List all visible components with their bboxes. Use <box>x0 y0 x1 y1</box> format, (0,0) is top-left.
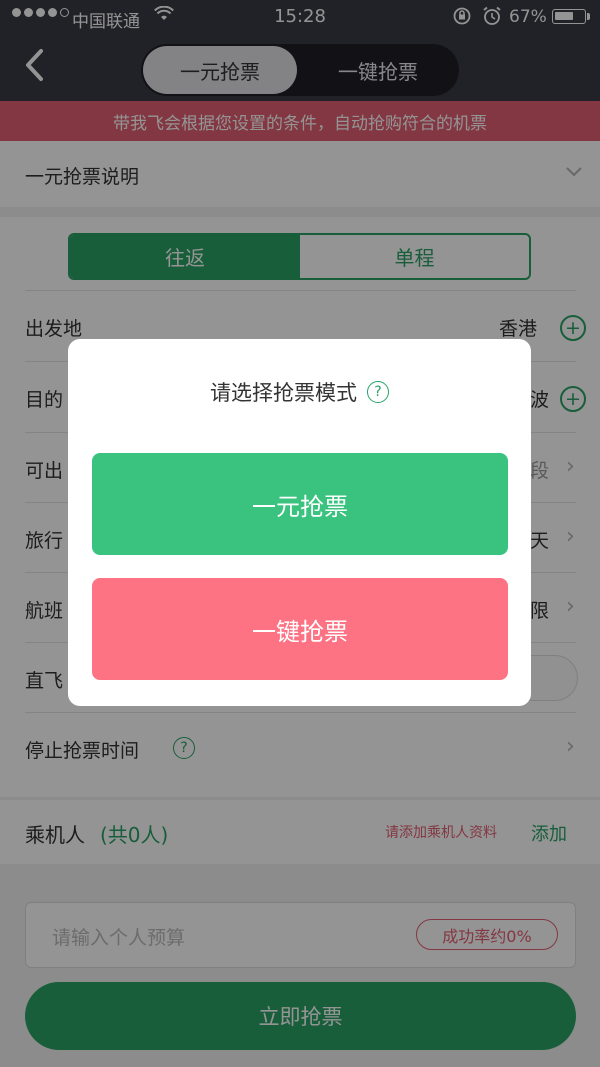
modal-title-row: 请选择抢票模式 ? <box>68 377 531 407</box>
one-yuan-mode-button[interactable]: 一元抢票 <box>92 453 508 555</box>
modal-title: 请选择抢票模式 <box>210 381 357 405</box>
one-click-mode-button[interactable]: 一键抢票 <box>92 578 508 680</box>
mode-select-modal: 请选择抢票模式 ? 一元抢票 一键抢票 <box>68 339 531 706</box>
question-circle-icon[interactable]: ? <box>367 381 389 403</box>
